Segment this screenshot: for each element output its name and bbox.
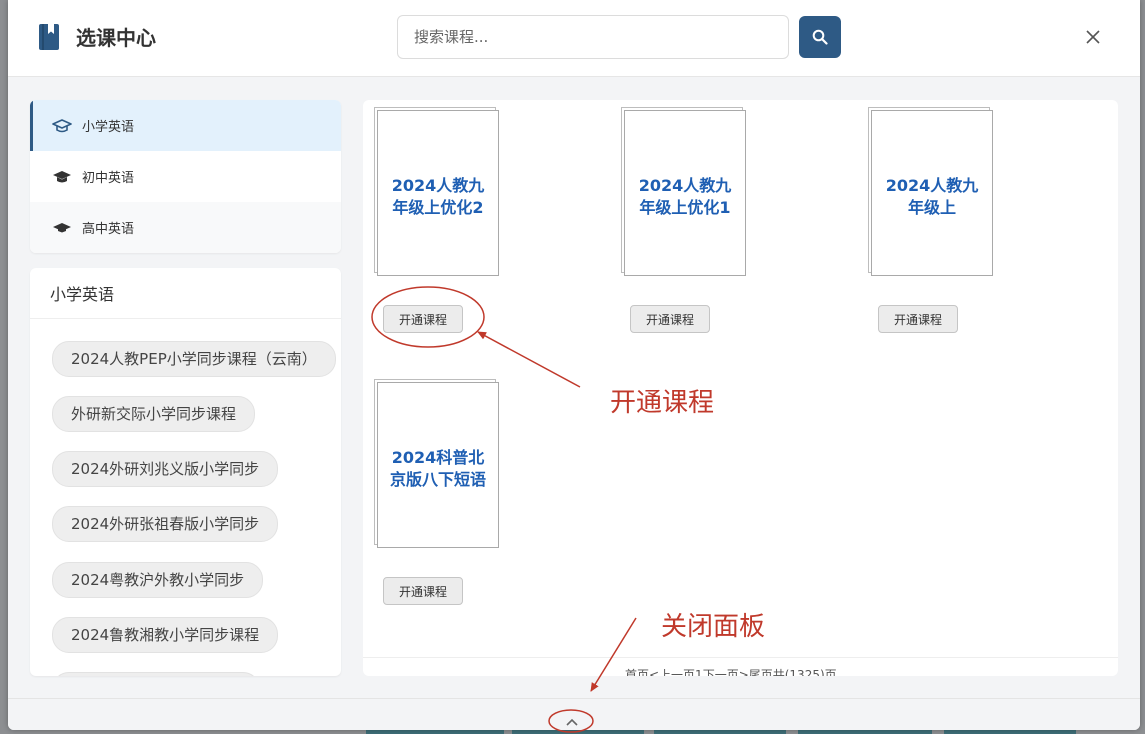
category-label: 小学英语 xyxy=(82,120,135,135)
subcategory-item[interactable]: 2024粤教沪外教小学同步 xyxy=(52,562,264,598)
course-grid: 2024人教九年级上优化2 开通课程 2024人教九年级上优化1 开通课程 20… xyxy=(363,100,1118,676)
close-icon xyxy=(1086,30,1100,44)
course-cover-title: 2024人教九年级上优化1 xyxy=(638,176,732,217)
pagination: 首页<上一页1下一页>尾页共(1325)页 xyxy=(363,657,1118,676)
subcategory-item-partial[interactable] xyxy=(52,672,260,676)
category-item-primary-english[interactable]: 小学英语 xyxy=(30,100,341,151)
subcategory-item[interactable]: 2024人教PEP小学同步课程（云南） xyxy=(52,341,336,377)
search-icon xyxy=(812,29,828,45)
open-course-button[interactable]: 开通课程 xyxy=(383,305,464,333)
category-item-junior-english[interactable]: 初中英语 xyxy=(30,151,341,202)
subcategory-item[interactable]: 外研新交际小学同步课程 xyxy=(52,396,256,432)
pagination-text[interactable]: 首页<上一页1下一页>尾页共(1325)页 xyxy=(625,666,837,676)
panel-header: 选课中心 xyxy=(8,0,1140,77)
category-list: 小学英语 初中英语 高中英语 xyxy=(30,100,341,253)
course-cover[interactable]: 2024人教九年级上优化1 xyxy=(624,110,746,276)
course-card: 2024人教九年级上优化1 开通课程 xyxy=(618,102,768,333)
course-cover[interactable]: 2024人教九年级上优化2 xyxy=(377,110,499,276)
category-item-senior-english[interactable]: 高中英语 xyxy=(30,202,341,253)
course-cover[interactable]: 2024科普北京版八下短语 xyxy=(377,382,499,548)
course-cover-title: 2024人教九年级上优化2 xyxy=(391,176,485,217)
subcategory-title: 小学英语 xyxy=(30,268,341,319)
category-label: 高中英语 xyxy=(82,222,135,237)
course-card: 2024人教九年级上优化2 开通课程 xyxy=(371,102,521,333)
subcategory-panel: 小学英语 2024人教PEP小学同步课程（云南） 外研新交际小学同步课程 202… xyxy=(30,268,341,676)
chevron-up-icon xyxy=(566,718,578,726)
open-course-button[interactable]: 开通课程 xyxy=(383,577,464,605)
course-cover[interactable]: 2024人教九年级上 xyxy=(871,110,993,276)
annotation-open-course: 开通课程 xyxy=(610,388,715,418)
annotation-close-panel: 关闭面板 xyxy=(661,612,766,642)
subcategory-item[interactable]: 2024外研刘兆义版小学同步 xyxy=(52,451,279,487)
collapse-panel-button[interactable] xyxy=(562,715,582,729)
course-cover-title: 2024人教九年级上 xyxy=(885,176,979,217)
course-card: 2024人教九年级上 开通课程 xyxy=(865,102,1015,333)
subcategory-item[interactable]: 2024外研张祖春版小学同步 xyxy=(52,506,279,542)
open-course-button[interactable]: 开通课程 xyxy=(630,305,711,333)
panel-footer xyxy=(8,698,1140,730)
category-label: 初中英语 xyxy=(82,171,135,186)
search-input[interactable] xyxy=(397,15,789,59)
graduation-cap-icon xyxy=(52,118,72,134)
course-card: 2024科普北京版八下短语 开通课程 xyxy=(371,374,521,605)
open-course-button[interactable]: 开通课程 xyxy=(878,305,959,333)
course-center-panel: 选课中心 小学英语 xyxy=(8,0,1140,730)
graduation-cap-icon xyxy=(52,220,72,236)
close-button[interactable] xyxy=(1080,24,1106,50)
book-icon xyxy=(39,24,59,50)
course-cover-title: 2024科普北京版八下短语 xyxy=(389,448,486,489)
graduation-cap-icon xyxy=(52,169,72,185)
page-title: 选课中心 xyxy=(76,26,156,50)
search-button[interactable] xyxy=(799,16,841,58)
subcategory-item[interactable]: 2024鲁教湘教小学同步课程 xyxy=(52,617,279,653)
